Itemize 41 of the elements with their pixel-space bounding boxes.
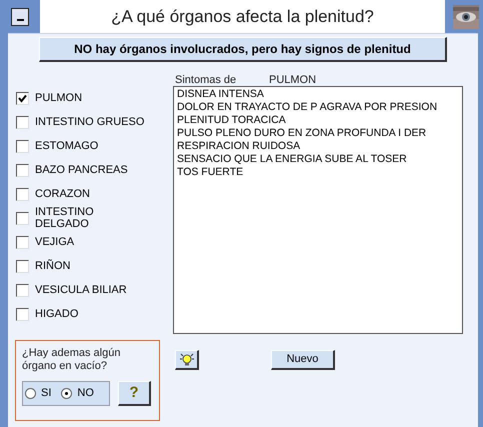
symptom-line: DOLOR EN TRAYACTO DE P AGRAVA POR PRESION xyxy=(177,101,438,114)
organ-label: INTESTINO DELGADO xyxy=(35,206,95,230)
checkbox[interactable] xyxy=(16,212,29,224)
empty-organ-question: ¿Hay ademas algún órgano en vacío? xyxy=(22,347,122,373)
lightbulb-button[interactable] xyxy=(175,350,199,370)
organ-label: BAZO PANCREAS xyxy=(35,164,129,176)
symptom-line: TOS FUERTE xyxy=(177,166,244,179)
radio-button[interactable] xyxy=(25,388,36,399)
lightbulb-icon xyxy=(180,352,194,366)
symptom-line: RESPIRACION RUIDOSA xyxy=(177,140,302,153)
organ-label: PULMON xyxy=(35,92,84,104)
organ-label: HIGADO xyxy=(35,308,80,320)
no-organs-button[interactable]: NO hay órganos involucrados, pero hay signos de plenitud xyxy=(39,37,447,62)
checkbox[interactable] xyxy=(16,308,29,320)
symptom-line: SENSACIO QUE LA ENERGIA SUBE AL TOSER xyxy=(177,153,408,166)
radio-label: NO xyxy=(77,386,94,402)
new-button[interactable]: Nuevo xyxy=(271,350,335,370)
organ-label: VEJIGA xyxy=(35,236,76,248)
checkbox[interactable] xyxy=(16,116,29,128)
symptom-line: PULSO PLENO DURO EN ZONA PROFUNDA I DER xyxy=(177,127,428,140)
help-button[interactable]: ? xyxy=(118,381,151,406)
window-title: ¿A qué órganos afecta la plenitud? xyxy=(40,0,445,33)
symptom-line: DISNEA INTENSA xyxy=(177,88,265,101)
organ-label: VESICULA BILIAR xyxy=(35,284,128,296)
organ-label: ESTOMAGO xyxy=(35,140,100,152)
organ-label: CORAZON xyxy=(35,188,91,200)
organ-label: INTESTINO GRUESO xyxy=(35,116,146,128)
checkbox[interactable] xyxy=(16,236,29,248)
radio-label: SI xyxy=(41,386,52,402)
symptoms-label: Sintomas de xyxy=(174,73,238,86)
minimize-button[interactable] xyxy=(11,8,29,26)
organ-name: PULMON xyxy=(269,73,316,86)
checkbox[interactable] xyxy=(16,260,29,272)
checkbox[interactable] xyxy=(16,92,29,104)
symptom-line: PLENITUD TORACICA xyxy=(177,114,287,127)
organ-label: RIÑON xyxy=(35,260,72,272)
checkbox[interactable] xyxy=(16,188,29,200)
checkbox[interactable] xyxy=(16,140,29,152)
checkbox[interactable] xyxy=(16,284,29,296)
checkbox[interactable] xyxy=(16,164,29,176)
radio-button[interactable] xyxy=(61,388,72,399)
